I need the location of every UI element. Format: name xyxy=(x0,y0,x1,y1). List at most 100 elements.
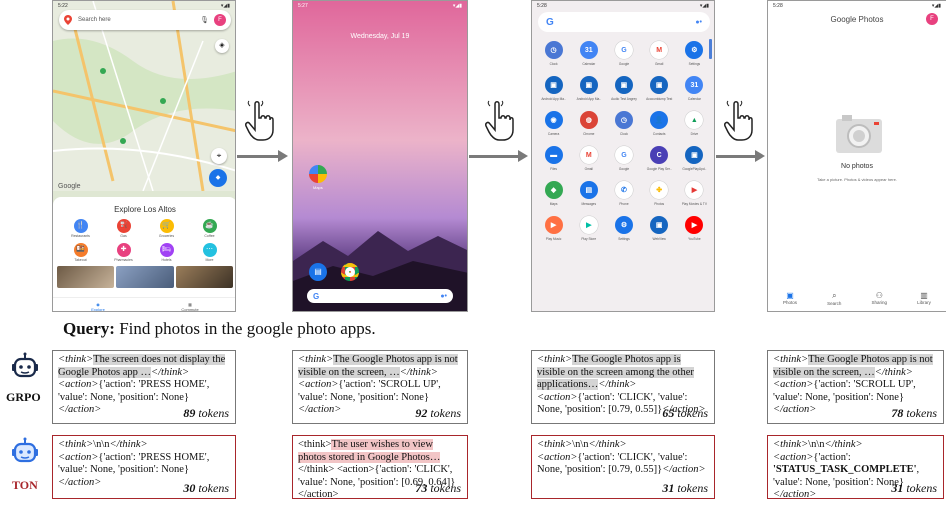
app-google[interactable]: G Google xyxy=(606,146,641,171)
google-g-logo: G xyxy=(313,291,320,301)
nav-sharing[interactable]: ⚇ Sharing xyxy=(872,283,888,311)
flow-arrow-head xyxy=(518,150,528,162)
gmail-icon: M xyxy=(579,146,598,164)
place-photo[interactable] xyxy=(57,266,115,288)
app-clock[interactable]: ◷ Clock xyxy=(536,41,571,66)
google-icon: G xyxy=(614,146,633,164)
avatar[interactable]: F xyxy=(926,13,938,25)
app-settings[interactable]: ⚙ Settings xyxy=(677,41,712,66)
app-maps[interactable]: ◆ Maps xyxy=(536,181,571,206)
app-contacts[interactable]: 👤 Contacts xyxy=(642,111,677,136)
nav-explore[interactable]: ◉ Explore xyxy=(91,298,105,311)
category-groceries[interactable]: 🛒 Groceries xyxy=(152,219,182,238)
grpo-response-2: <think>The Google Photos app is not visi… xyxy=(292,350,468,424)
app-chrome[interactable]: ◍ Chrome xyxy=(571,111,606,136)
category-more[interactable]: ⋯ More xyxy=(195,243,225,262)
app-messages[interactable]: ▤ Messages xyxy=(571,181,606,206)
tap-hand-icon xyxy=(485,100,514,141)
app-google[interactable]: G Google xyxy=(606,41,641,66)
mic-icon[interactable]: 🎙 xyxy=(200,16,209,24)
maps-app-icon[interactable] xyxy=(309,165,327,183)
app-label: Messages xyxy=(581,202,597,206)
category-label: More xyxy=(205,258,214,262)
app-phone[interactable]: ✆ Phone xyxy=(606,181,641,206)
status-icons: ▾◢▮ xyxy=(220,3,230,9)
ton-response-2: <think>The user wishes to view photos st… xyxy=(292,435,468,500)
category-gas[interactable]: ⛽ Gas xyxy=(109,219,139,238)
go-button[interactable]: ◆ xyxy=(209,169,227,187)
nav-search[interactable]: ⌕ Search xyxy=(827,283,841,311)
app-grid: ◷ Clock 31 Calendar G Google M Gmail ⚙ Settings ▣ A… xyxy=(536,41,712,241)
app-accountdump-test[interactable]: ▣ Accountdump Test xyxy=(642,76,677,101)
app-youtube[interactable]: ▶ YouTube xyxy=(677,216,712,241)
app-camera[interactable]: ◉ Camera xyxy=(536,111,571,136)
maps-search-bar[interactable]: Search here 🎙 F xyxy=(59,10,231,30)
app-play-store[interactable]: ▶ Play Store xyxy=(571,216,606,241)
status-bar: 5:28 ▾◢▮ xyxy=(532,1,714,11)
play-music-icon: ▶ xyxy=(544,216,563,234)
nav-library[interactable]: ▥ Library xyxy=(917,283,931,311)
app-audio-test-angrey[interactable]: ▣ Audio Test Angrey xyxy=(606,76,641,101)
library-icon: ▥ xyxy=(920,291,928,300)
app-googleplayupd-[interactable]: ▣ GooglePlayUpd.. xyxy=(677,146,712,171)
app-android-app-ma-[interactable]: ▣ Android App Ma.. xyxy=(571,76,606,101)
google-play-ser--icon: C xyxy=(650,146,669,164)
drawer-search-bar[interactable]: G ●• xyxy=(538,12,710,32)
messages-app-icon[interactable]: ▤ xyxy=(309,263,327,281)
grpo-response-3: <think>The Google Photos app is visible … xyxy=(531,350,715,424)
location-button[interactable]: ⌖ xyxy=(211,148,227,164)
app-label: Play Store xyxy=(581,237,597,241)
app-label: WebView xyxy=(652,237,666,241)
android-app-ma--icon: ▣ xyxy=(579,76,598,94)
google-icon: G xyxy=(614,41,633,59)
drive-icon: ▲ xyxy=(685,111,704,129)
chrome-app-icon[interactable] xyxy=(341,263,359,281)
app-android-app-ma-[interactable]: ▣ Android App Ma.. xyxy=(536,76,571,101)
app-calendar[interactable]: 31 Calendar xyxy=(571,41,606,66)
app-settings[interactable]: ⚙ Settings xyxy=(606,216,641,241)
app-google-play-ser-[interactable]: C Google Play Ser.. xyxy=(642,146,677,171)
nav-commute[interactable]: ▦ Commute xyxy=(181,298,198,311)
ton-robot-icon xyxy=(12,437,38,463)
ton-response-3: <think>\n\n</think> <action>{'action': '… xyxy=(531,435,715,499)
youtube-icon: ▶ xyxy=(685,216,704,234)
category-takeout[interactable]: 🍱 Takeout xyxy=(66,243,96,262)
app-webview[interactable]: ▣ WebView xyxy=(642,216,677,241)
google-search-bar[interactable]: G ●• xyxy=(307,289,453,303)
grpo-label: GRPO xyxy=(6,390,41,404)
assistant-icon[interactable]: ●• xyxy=(695,19,702,26)
app-gmail[interactable]: M Gmail xyxy=(571,146,606,171)
coffee-icon: ☕ xyxy=(202,219,217,233)
nav-photos[interactable]: ▣ Photos xyxy=(783,283,797,311)
app-drive[interactable]: ▲ Drive xyxy=(677,111,712,136)
app-gmail[interactable]: M Gmail xyxy=(642,41,677,66)
sharing-icon: ⚇ xyxy=(875,291,883,300)
category-coffee[interactable]: ☕ Coffee xyxy=(195,219,225,238)
category-row: 🍱 Takeout ✚ Pharmacies 🛏 Hotels ⋯ More xyxy=(53,243,235,262)
app-play-movies-tv[interactable]: ▶ Play Movies & TV xyxy=(677,181,712,206)
explore-icon: ◉ xyxy=(96,302,100,307)
app-calendar[interactable]: 31 Calendar xyxy=(677,76,712,101)
app-clock[interactable]: ◷ Clock xyxy=(606,111,641,136)
category-pharmacies[interactable]: ✚ Pharmacies xyxy=(109,243,139,262)
app-label: Contacts xyxy=(652,132,666,136)
home-date: Wednesday, Jul 19 xyxy=(350,33,410,40)
maps-icon: ◆ xyxy=(544,181,563,199)
place-photo[interactable] xyxy=(175,266,233,288)
messages-icon: ▤ xyxy=(579,181,598,199)
app-label: Phone xyxy=(619,202,629,206)
photos-icon: ✤ xyxy=(650,181,669,199)
app-label: YouTube xyxy=(688,237,701,241)
assistant-icon[interactable]: ●• xyxy=(440,293,447,300)
app-files[interactable]: ▬ Files xyxy=(536,146,571,171)
category-hotels[interactable]: 🛏 Hotels xyxy=(152,243,182,262)
category-label: Gas xyxy=(120,234,127,238)
place-photo[interactable] xyxy=(116,266,174,288)
avatar[interactable]: F xyxy=(214,14,226,26)
app-label: Play Music xyxy=(545,237,562,241)
category-restaurants[interactable]: 🍴 Restaurants xyxy=(66,219,96,238)
groceries-icon: 🛒 xyxy=(159,219,174,233)
app-play-music[interactable]: ▶ Play Music xyxy=(536,216,571,241)
app-photos[interactable]: ✤ Photos xyxy=(642,181,677,206)
layers-button[interactable]: ◈ xyxy=(215,39,229,53)
